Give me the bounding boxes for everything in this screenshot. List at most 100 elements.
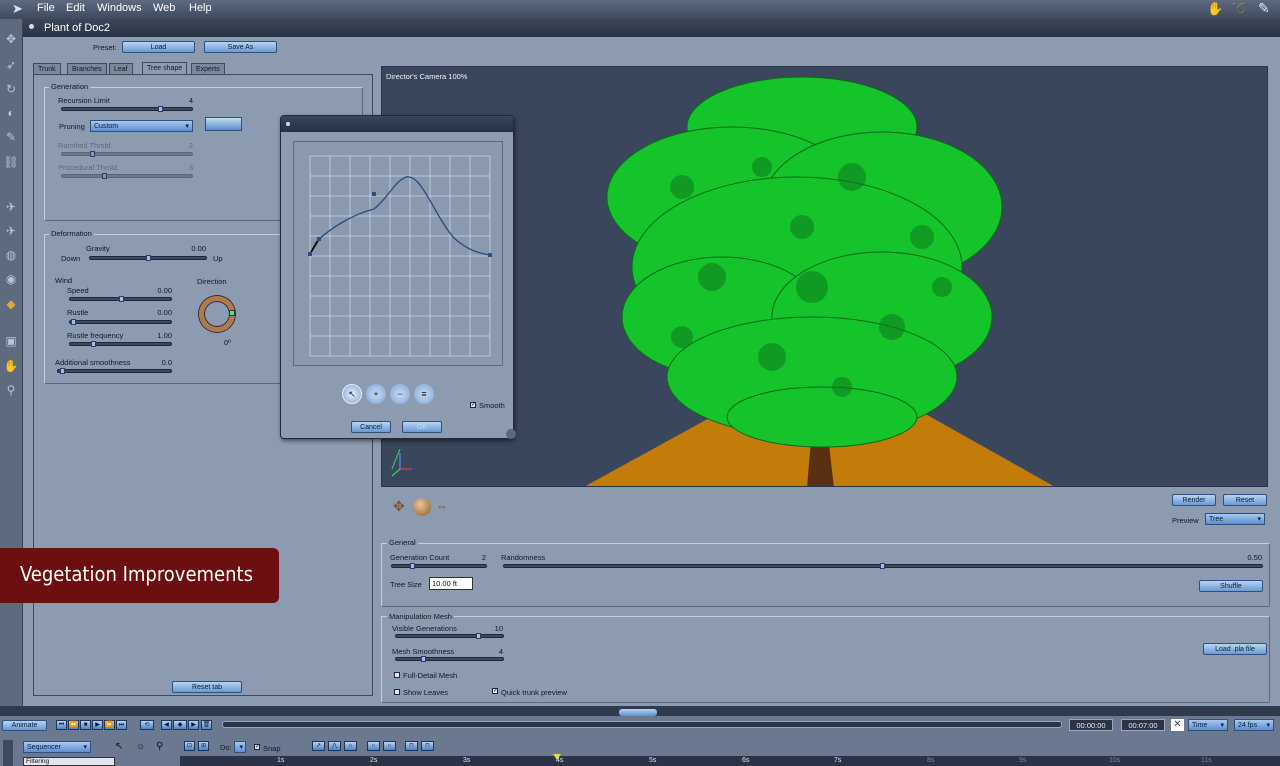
recursion-limit-slider[interactable] [61,106,193,112]
swirl-icon[interactable]: ➰ [1232,0,1249,17]
slider-knob[interactable] [119,296,124,302]
rotate-tool-icon[interactable]: ↻ [2,80,20,98]
delete-key-icon[interactable]: 🗑 [201,720,212,730]
show-leaves-checkbox[interactable] [394,689,400,695]
cube-tool-icon[interactable]: ◆ [2,295,20,313]
do-select[interactable]: ▾ [234,741,246,753]
brush-icon[interactable]: ✎ [1258,0,1270,17]
add-point-tool-icon[interactable]: + [366,384,386,404]
slider-knob[interactable] [60,368,65,374]
play-icon[interactable]: ▶ [92,720,103,730]
pruning-select[interactable]: Custom ▾ [90,120,193,132]
magnify-icon[interactable]: ⚲ [156,741,163,752]
ok-button[interactable]: OK [402,421,442,433]
load-button[interactable]: Load [122,41,195,53]
ramified-slider[interactable] [61,151,193,157]
reset-button[interactable]: Reset [1223,494,1267,506]
dialog-close-icon[interactable] [286,122,290,126]
window-close-icon[interactable] [29,24,34,29]
curve-ease-in-icon[interactable]: ∩ [367,741,380,751]
sequencer-select[interactable]: Sequencer ▾ [23,741,91,753]
load-pla-file-button[interactable]: Load .pla file [1203,643,1267,655]
close-timeline-icon[interactable]: ✕ [1171,719,1184,731]
rustle-slider[interactable] [69,319,172,325]
link-tool-icon[interactable]: ⛓ [2,153,20,171]
curve-hold-icon[interactable]: ⊓ [405,741,418,751]
slider-knob[interactable] [410,563,415,569]
pan-icon[interactable]: ✥ [393,498,405,515]
snap-checkbox[interactable]: ✓ [254,744,260,750]
timeline-scrubber[interactable] [222,721,1062,728]
cancel-button[interactable]: Cancel [351,421,391,433]
slider-knob[interactable] [880,563,885,569]
curve-ease-out-icon[interactable]: ∩ [383,741,396,751]
curve-peak-icon[interactable]: ⋀ [328,741,341,751]
globe-tool-icon[interactable]: ◍ [2,246,20,264]
loop-icon[interactable]: ⟲ [140,720,154,730]
slider-knob[interactable] [102,173,107,179]
render-button[interactable]: Render [1172,494,1216,506]
go-to-end-icon[interactable]: ⏭ [116,720,127,730]
move-tool-icon[interactable]: ✥ [2,30,20,48]
slider-knob[interactable] [146,255,151,261]
go-to-start-icon[interactable]: ⏮ [56,720,67,730]
save-as-button[interactable]: Save As [204,41,277,53]
pruning-curve-button[interactable] [205,117,242,131]
orbit-tool-icon[interactable]: ◐ [2,104,20,122]
shuffle-button[interactable]: Shuffle [1199,580,1263,592]
trackball-icon[interactable] [413,498,431,516]
link-point-tool-icon[interactable]: ≡ [414,384,434,404]
camera-tool-icon[interactable]: ▣ [2,332,20,350]
select-arrow-icon[interactable]: ↖ [115,741,123,752]
filtering-field[interactable]: Filtering [23,757,115,766]
menu-help[interactable]: Help [189,2,212,14]
smooth-checkbox[interactable]: ✓ [470,402,476,408]
generation-count-slider[interactable] [391,563,487,569]
curve-smooth-icon[interactable]: ∩ [344,741,357,751]
slider-knob[interactable] [158,106,163,112]
app-logo[interactable]: ➤ [12,1,30,17]
timeline-collapse-handle[interactable] [619,709,657,716]
curve-linear-icon[interactable]: ↗ [312,741,325,751]
pen-tool-icon[interactable]: ✎ [2,128,20,146]
zoom-tool-icon[interactable]: ⚲ [2,381,20,399]
tree-size-input[interactable]: 10.00 ft [429,577,473,590]
gravity-slider[interactable] [89,255,207,261]
curve-step-icon[interactable]: ⊓ [421,741,434,751]
full-detail-mesh-checkbox[interactable] [394,672,400,678]
sphere-tool-icon[interactable]: ◉ [2,270,20,288]
sun-icon[interactable]: ☼ [136,741,145,752]
procedural-slider[interactable] [61,173,193,179]
preview-select[interactable]: Tree ▾ [1205,513,1265,525]
fps-select[interactable]: 24 fps ▾ [1234,719,1274,731]
time-mode-select[interactable]: Time ▾ [1188,719,1228,731]
reset-tab-button[interactable]: Reset tab [172,681,242,693]
hand-icon[interactable]: ✋ [1207,1,1223,17]
fit-view-icon[interactable]: ⊡ [184,741,195,751]
quick-trunk-preview-checkbox[interactable]: ✓ [492,688,498,694]
visible-generations-slider[interactable] [395,633,504,639]
time-start-field[interactable]: 00:00:00 [1069,719,1113,731]
curve-editor[interactable] [293,141,503,366]
keyframe-next-icon[interactable]: ▶ [188,720,199,730]
pointer-tool-icon[interactable]: ➶ [2,56,20,74]
dolly-icon[interactable]: ⇔ [436,499,448,513]
keyframe-add-icon[interactable]: ◆ [173,720,187,730]
slider-knob[interactable] [71,319,76,325]
fit-selection-icon[interactable]: ⊞ [198,741,209,751]
camera-label[interactable]: Director's Camera 100% [386,72,467,81]
time-end-field[interactable]: 00:07:00 [1121,719,1165,731]
speed-slider[interactable] [69,296,172,302]
slider-knob[interactable] [91,341,96,347]
slider-knob[interactable] [90,151,95,157]
additional-smoothness-slider[interactable] [57,368,172,374]
menu-windows[interactable]: Windows [97,2,142,14]
menu-web[interactable]: Web [153,2,175,14]
animate-button[interactable]: Animate [2,720,47,731]
dialog-resize-handle[interactable] [506,429,516,439]
curve-graph[interactable] [294,142,502,365]
rustle-frequency-slider[interactable] [69,341,172,347]
randomness-slider[interactable] [503,563,1263,569]
keyframe-prev-icon[interactable]: ◀ [161,720,172,730]
hand-tool-icon[interactable]: ✋ [2,357,20,375]
